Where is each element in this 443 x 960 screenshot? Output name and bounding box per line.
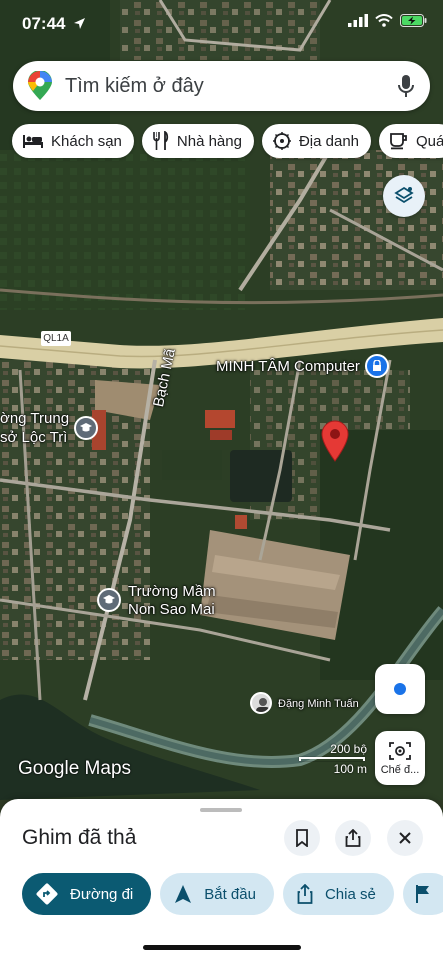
home-indicator bbox=[143, 945, 301, 950]
directions-button[interactable]: Đường đi bbox=[22, 873, 152, 915]
highway-badge: QL1A bbox=[41, 331, 71, 346]
action-label: Đường đi bbox=[70, 885, 134, 903]
battery-charging-icon bbox=[400, 14, 427, 27]
scale-label-imperial: 200 bộ bbox=[330, 742, 367, 756]
wifi-icon bbox=[375, 14, 393, 27]
layers-icon bbox=[394, 186, 414, 204]
poi-label-business[interactable]: MINH TÂM Computer bbox=[216, 358, 360, 375]
start-button[interactable]: Bắt đầu bbox=[160, 873, 274, 915]
location-arrow-icon bbox=[74, 18, 86, 29]
clock-text: 07:44 bbox=[22, 14, 66, 33]
kindergarten-label-line2[interactable]: Non Sao Mai bbox=[128, 601, 215, 618]
close-button[interactable] bbox=[387, 820, 423, 856]
save-button[interactable] bbox=[284, 820, 320, 856]
microphone-icon[interactable] bbox=[398, 74, 414, 98]
chip-label: Nhà hàng bbox=[176, 132, 242, 150]
chip-label: Quá bbox=[416, 132, 443, 150]
school-poi-icon[interactable] bbox=[74, 416, 98, 440]
my-location-button[interactable] bbox=[375, 664, 425, 714]
google-maps-watermark: Google Maps bbox=[18, 758, 132, 779]
school-poi-icon[interactable] bbox=[97, 588, 121, 612]
signal-icon bbox=[348, 14, 368, 27]
my-location-icon bbox=[394, 683, 406, 695]
status-time: 07:44 bbox=[22, 14, 86, 34]
view-mode-label: Chế đ... bbox=[380, 763, 420, 776]
share-action-button[interactable]: Chia sẻ bbox=[282, 873, 394, 915]
close-icon bbox=[399, 832, 411, 844]
shop-poi-icon[interactable] bbox=[365, 354, 389, 378]
chip-hotels[interactable]: Khách sạn bbox=[12, 124, 134, 158]
flag-icon bbox=[415, 885, 429, 903]
status-bar: 07:44 bbox=[0, 0, 443, 50]
map-scale: 200 bộ 100 m bbox=[295, 742, 369, 776]
view-mode-button[interactable]: Chế đ... bbox=[375, 731, 425, 785]
school-label-line1[interactable]: ờng Trung bbox=[0, 410, 69, 427]
sheet-drag-handle[interactable] bbox=[200, 808, 242, 812]
coffee-icon bbox=[390, 133, 407, 150]
sheet-title: Ghim đã thả bbox=[22, 826, 137, 849]
share-icon bbox=[297, 884, 313, 904]
action-label: Bắt đầu bbox=[204, 885, 256, 903]
share-button[interactable] bbox=[335, 820, 371, 856]
scale-label-metric: 100 m bbox=[333, 762, 367, 776]
navigation-icon bbox=[175, 885, 192, 903]
category-chips: Khách sạn Nhà hàng Địa danh Quá bbox=[12, 124, 443, 158]
school-label-line2[interactable]: sở Lộc Trì bbox=[0, 429, 67, 446]
search-bar[interactable]: Tìm kiếm ở đây bbox=[13, 61, 430, 111]
user-name-label: Đặng Minh Tuấn bbox=[278, 698, 359, 710]
scale-bar bbox=[299, 757, 365, 761]
chip-label: Địa danh bbox=[298, 132, 359, 150]
directions-icon bbox=[36, 883, 58, 905]
action-buttons: Đường đi Bắt đầu Chia sẻ bbox=[22, 873, 443, 915]
kindergarten-label-line1[interactable]: Trường Mầm bbox=[128, 583, 216, 600]
chip-cafes[interactable]: Quá bbox=[379, 124, 443, 158]
restaurant-icon bbox=[153, 131, 169, 150]
camera-scan-icon bbox=[389, 741, 411, 760]
action-label: Chia sẻ bbox=[324, 885, 376, 903]
more-action-button[interactable] bbox=[402, 873, 443, 915]
landmark-icon bbox=[272, 132, 291, 150]
layers-button[interactable] bbox=[383, 175, 425, 217]
dropped-pin-icon[interactable] bbox=[320, 420, 350, 462]
chip-landmarks[interactable]: Địa danh bbox=[261, 124, 371, 158]
bookmark-icon bbox=[296, 829, 308, 847]
google-maps-logo-icon bbox=[28, 71, 52, 100]
user-avatar[interactable] bbox=[250, 692, 272, 714]
chip-restaurants[interactable]: Nhà hàng bbox=[141, 124, 254, 158]
chip-label: Khách sạn bbox=[51, 132, 122, 150]
search-input[interactable]: Tìm kiếm ở đây bbox=[65, 75, 398, 98]
bottom-sheet: Ghim đã thả Đường đi Bắt đầu Chia sẻ bbox=[0, 799, 443, 960]
share-icon bbox=[345, 829, 361, 847]
bed-icon bbox=[23, 135, 43, 148]
